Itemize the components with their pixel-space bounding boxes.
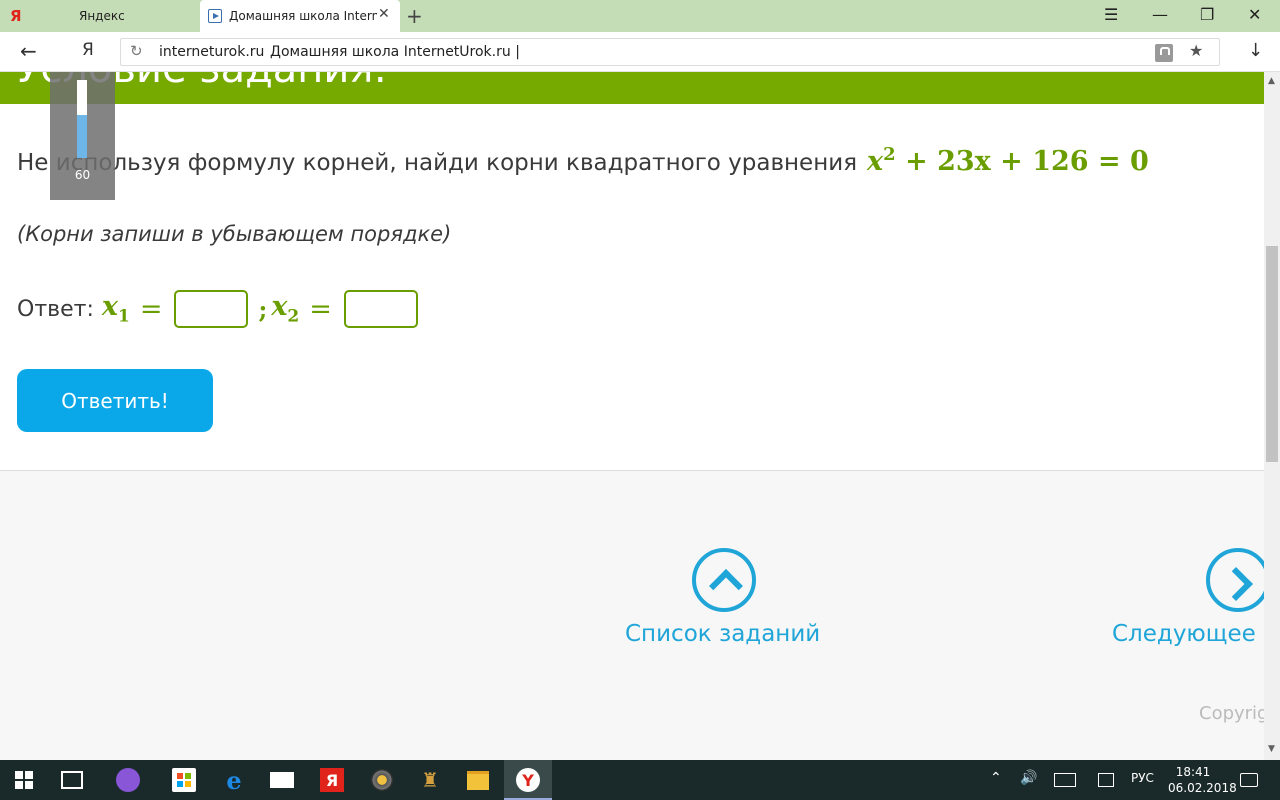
tab-label: Домашняя школа Interne — [229, 9, 377, 23]
lock-icon[interactable] — [1155, 44, 1173, 62]
speed-overlay[interactable]: 60 — [50, 72, 115, 200]
file-explorer-icon[interactable] — [466, 768, 490, 792]
scrollbar[interactable]: ▲ ▼ — [1264, 72, 1280, 760]
url-page-title: Домашняя школа InternetUrok.ru | — [270, 44, 520, 60]
reload-icon[interactable]: ↻ — [130, 42, 143, 60]
speed-track — [77, 80, 87, 158]
media-player-icon[interactable] — [370, 768, 394, 792]
equation: x2 + 23x + 126 = 0 — [867, 144, 1149, 177]
yandex-browser-icon[interactable]: Я — [320, 768, 344, 792]
scroll-down-icon[interactable]: ▼ — [1268, 744, 1275, 754]
keyboard-icon[interactable] — [1054, 773, 1076, 787]
copyright: Copyrig — [1199, 703, 1264, 724]
address-bar[interactable]: ↻ interneturok.ru Домашняя школа Interne… — [120, 38, 1220, 66]
equation-var: x — [867, 146, 884, 177]
yandex-home-button[interactable]: Я — [82, 40, 94, 60]
equation-rest: + 23x + 126 = 0 — [905, 146, 1149, 177]
browser-toolbar: ← Я ↻ interneturok.ru Домашняя школа Int… — [0, 32, 1280, 72]
video-favicon-icon — [208, 9, 222, 23]
tab-bar: Я Яндекс Домашняя школа Interne ✕ + ☰ — … — [0, 0, 1280, 32]
equation-power: 2 — [883, 144, 896, 165]
tab-interneturok[interactable]: Домашняя школа Interne ✕ — [200, 0, 400, 32]
scroll-up-icon[interactable]: ▲ — [1268, 76, 1275, 86]
speed-fill — [77, 115, 87, 158]
x2-label: x2 — [271, 291, 299, 326]
equals-sign: = — [139, 293, 163, 325]
restore-icon[interactable]: ❐ — [1200, 5, 1214, 24]
question: Не используя формулу корней, найди корни… — [17, 144, 1149, 177]
notifications-icon[interactable] — [1240, 773, 1258, 787]
yandex-logo-icon: Я — [10, 7, 22, 25]
x1-var: x — [101, 291, 118, 323]
answer-row: Ответ: x1 = ; x2 = — [17, 289, 418, 329]
clock[interactable]: 18:41 06.02.2018 — [1168, 764, 1237, 796]
tab-yandex[interactable]: Я Яндекс — [0, 0, 200, 32]
microphone-icon[interactable] — [116, 768, 140, 792]
language-indicator[interactable]: РУС — [1131, 771, 1154, 785]
scroll-thumb[interactable] — [1266, 246, 1278, 462]
submit-answer-button[interactable]: Ответить! — [17, 369, 213, 432]
url-domain: interneturok.ru — [159, 44, 265, 60]
clock-time: 18:41 — [1175, 765, 1211, 779]
close-window-icon[interactable]: ✕ — [1248, 5, 1261, 24]
download-icon[interactable]: ↓ — [1248, 40, 1263, 61]
edge-icon[interactable]: e — [222, 766, 246, 795]
answer-hint: (Корни запиши в убывающем порядке) — [17, 222, 452, 246]
chevron-up-tray-icon[interactable]: ⌃ — [990, 770, 1002, 786]
task-view-icon[interactable] — [60, 768, 84, 792]
x1-label: x1 — [102, 291, 130, 326]
x2-input[interactable] — [343, 290, 418, 328]
menu-icon[interactable]: ☰ — [1104, 5, 1118, 24]
next-task-link[interactable]: Следующее — [1112, 621, 1256, 647]
page-content: Условие задания: Не используя формулу ко… — [0, 72, 1264, 760]
clock-date: 06.02.2018 — [1168, 781, 1237, 795]
separator: ; — [258, 294, 268, 324]
taskbar: e Я ♜ Y ⌃ 🔊 РУС 18:41 06.02.2018 — [0, 760, 1280, 800]
game-icon[interactable]: ♜ — [418, 768, 442, 792]
equals-sign: = — [309, 293, 332, 325]
windows-start-icon[interactable] — [12, 768, 36, 792]
chevron-right-icon[interactable] — [1206, 548, 1264, 612]
task-header: Условие задания: — [0, 72, 1264, 104]
tab-label: Яндекс — [79, 9, 125, 23]
close-tab-icon[interactable]: ✕ — [378, 6, 390, 22]
volume-icon[interactable]: 🔊 — [1020, 770, 1037, 786]
question-text: Не используя формулу корней, найди корни… — [17, 150, 858, 176]
minimize-icon[interactable]: — — [1152, 5, 1168, 24]
mail-icon[interactable] — [270, 768, 294, 792]
navigation-area — [0, 471, 1264, 760]
x1-subscript: 1 — [117, 306, 130, 327]
x1-input[interactable] — [174, 290, 249, 328]
back-icon[interactable]: ← — [20, 39, 37, 63]
x2-var: x — [271, 291, 288, 323]
answer-label: Ответ: — [17, 296, 94, 322]
store-icon[interactable] — [172, 768, 196, 792]
chevron-up-icon[interactable] — [692, 548, 756, 612]
display-icon[interactable] — [1098, 773, 1114, 787]
new-tab-button[interactable]: + — [406, 4, 423, 28]
yandex-icon[interactable]: Y — [516, 768, 540, 792]
x2-subscript: 2 — [287, 306, 300, 327]
task-list-link[interactable]: Список заданий — [625, 621, 820, 647]
speed-value: 60 — [74, 168, 91, 182]
star-icon[interactable]: ★ — [1189, 41, 1203, 60]
